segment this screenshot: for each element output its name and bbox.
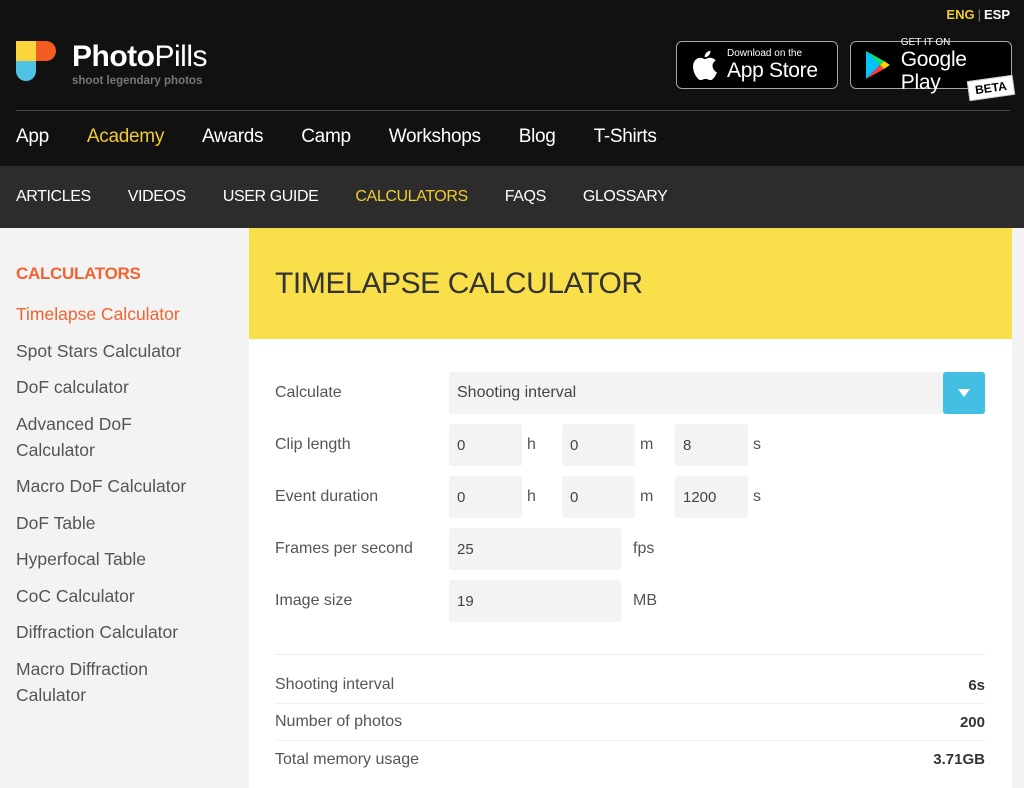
app-store-big-text: App Store (727, 59, 818, 82)
result-value: 6s (968, 676, 985, 694)
title-banner: TIMELAPSE CALCULATOR (249, 228, 1012, 339)
apple-icon (689, 50, 719, 80)
clip-length-seconds-input[interactable]: 8 (675, 424, 748, 466)
main-nav-academy[interactable]: Academy (87, 126, 164, 148)
result-row-shooting-interval: Shooting interval 6s (275, 667, 985, 704)
clip-length-label: Clip length (275, 436, 351, 453)
seconds-unit: s (753, 488, 761, 505)
logo-mark-icon (16, 41, 58, 83)
sub-nav-faqs[interactable]: FAQS (505, 188, 546, 206)
language-switcher: ENG | ESP (946, 7, 1010, 22)
sidebar: CALCULATORS Timelapse Calculator Spot St… (0, 228, 249, 788)
event-duration-row: Event duration 0 h 0 m 1200 s (275, 476, 788, 518)
sidebar-item-advanced-dof-calculator[interactable]: Advanced DoF Calculator (16, 411, 156, 463)
clip-length-minutes-input[interactable]: 0 (562, 424, 635, 466)
google-play-small-text: GET IT ON (900, 36, 951, 48)
fps-row: Frames per second 25 fps (275, 528, 654, 570)
event-duration-hours-input[interactable]: 0 (449, 476, 522, 518)
calculator-panel: TIMELAPSE CALCULATOR Calculate Shooting … (249, 228, 1012, 788)
page-title: TIMELAPSE CALCULATOR (275, 266, 643, 300)
sidebar-item-coc-calculator[interactable]: CoC Calculator (16, 583, 216, 609)
header-divider (16, 110, 1010, 111)
minutes-unit: m (640, 488, 654, 505)
main-nav-camp[interactable]: Camp (301, 126, 351, 148)
result-value: 200 (959, 713, 985, 731)
image-size-input[interactable]: 19 (449, 580, 621, 622)
main-nav-workshops[interactable]: Workshops (389, 126, 481, 148)
clip-length-hours-input[interactable]: 0 (449, 424, 522, 466)
fps-input[interactable]: 25 (449, 528, 621, 570)
image-size-row: Image size 19 MB (275, 580, 657, 622)
results-divider (275, 654, 985, 655)
main-nav-awards[interactable]: Awards (202, 126, 264, 148)
clip-length-row: Clip length 0 h 0 m 8 s (275, 424, 788, 466)
sidebar-title: CALCULATORS (16, 264, 141, 283)
sub-nav-user-guide[interactable]: USER GUIDE (223, 188, 319, 206)
top-header: ENG | ESP PhotoPills shoot legendary photo… (0, 0, 1024, 166)
sub-nav: ARTICLES VIDEOS USER GUIDE CALCULATORS F… (0, 166, 1024, 228)
right-gutter (1012, 228, 1024, 788)
image-size-label: Image size (275, 592, 353, 609)
minutes-unit: m (640, 436, 654, 453)
main-nav: App Academy Awards Camp Workshops Blog T… (16, 126, 695, 148)
lang-esp-link[interactable]: ESP (984, 7, 1010, 22)
calculate-select[interactable]: Shooting interval (449, 372, 985, 414)
main-nav-tshirts[interactable]: T-Shirts (594, 126, 657, 148)
result-row-total-memory-usage: Total memory usage 3.71GB (275, 741, 985, 778)
chevron-down-icon (958, 389, 970, 397)
fps-label: Frames per second (275, 540, 413, 557)
hours-unit: h (527, 436, 536, 453)
hours-unit: h (527, 488, 536, 505)
sub-nav-glossary[interactable]: GLOSSARY (583, 188, 668, 206)
dropdown-button[interactable] (943, 372, 985, 414)
sidebar-item-diffraction-calculator[interactable]: Diffraction Calculator (16, 619, 216, 645)
calculate-row: Calculate Shooting interval (275, 372, 985, 414)
event-duration-label: Event duration (275, 488, 379, 505)
event-duration-seconds-input[interactable]: 1200 (675, 476, 748, 518)
main-nav-blog[interactable]: Blog (519, 126, 556, 148)
logo-name: PhotoPills (72, 40, 207, 73)
result-label: Shooting interval (275, 676, 395, 693)
sidebar-item-dof-table[interactable]: DoF Table (16, 510, 216, 536)
logo-tagline: shoot legendary photos (72, 75, 203, 87)
result-label: Total memory usage (275, 750, 420, 768)
fps-unit: fps (633, 540, 655, 557)
sidebar-item-macro-diffraction-calculator[interactable]: Macro Diffraction Calulator (16, 656, 176, 708)
photopills-logo[interactable]: PhotoPills shoot legendary photos (16, 41, 207, 87)
event-duration-minutes-input[interactable]: 0 (562, 476, 635, 518)
lang-separator: | (977, 7, 981, 22)
sidebar-item-timelapse-calculator[interactable]: Timelapse Calculator (16, 301, 216, 327)
app-store-small-text: Download on the (727, 48, 803, 59)
sub-nav-articles[interactable]: ARTICLES (16, 188, 91, 206)
result-row-number-of-photos: Number of photos 200 (275, 704, 985, 741)
seconds-unit: s (753, 436, 761, 453)
sidebar-item-hyperfocal-table[interactable]: Hyperfocal Table (16, 546, 216, 572)
lang-eng-link[interactable]: ENG (946, 7, 974, 22)
google-play-icon (863, 50, 893, 80)
sub-nav-videos[interactable]: VIDEOS (128, 188, 186, 206)
result-value: 3.71GB (933, 751, 985, 768)
sidebar-item-macro-dof-calculator[interactable]: Macro DoF Calculator (16, 473, 216, 499)
main-nav-app[interactable]: App (16, 126, 49, 148)
calculate-select-value: Shooting interval (457, 384, 577, 401)
app-store-button[interactable]: Download on the App Store (676, 41, 838, 89)
calculate-label: Calculate (275, 384, 342, 401)
sidebar-item-spot-stars-calculator[interactable]: Spot Stars Calculator (16, 338, 216, 364)
result-label: Number of photos (275, 713, 403, 730)
sub-nav-calculators[interactable]: CALCULATORS (355, 188, 468, 206)
image-size-unit: MB (633, 592, 657, 609)
sidebar-item-dof-calculator[interactable]: DoF calculator (16, 374, 216, 400)
